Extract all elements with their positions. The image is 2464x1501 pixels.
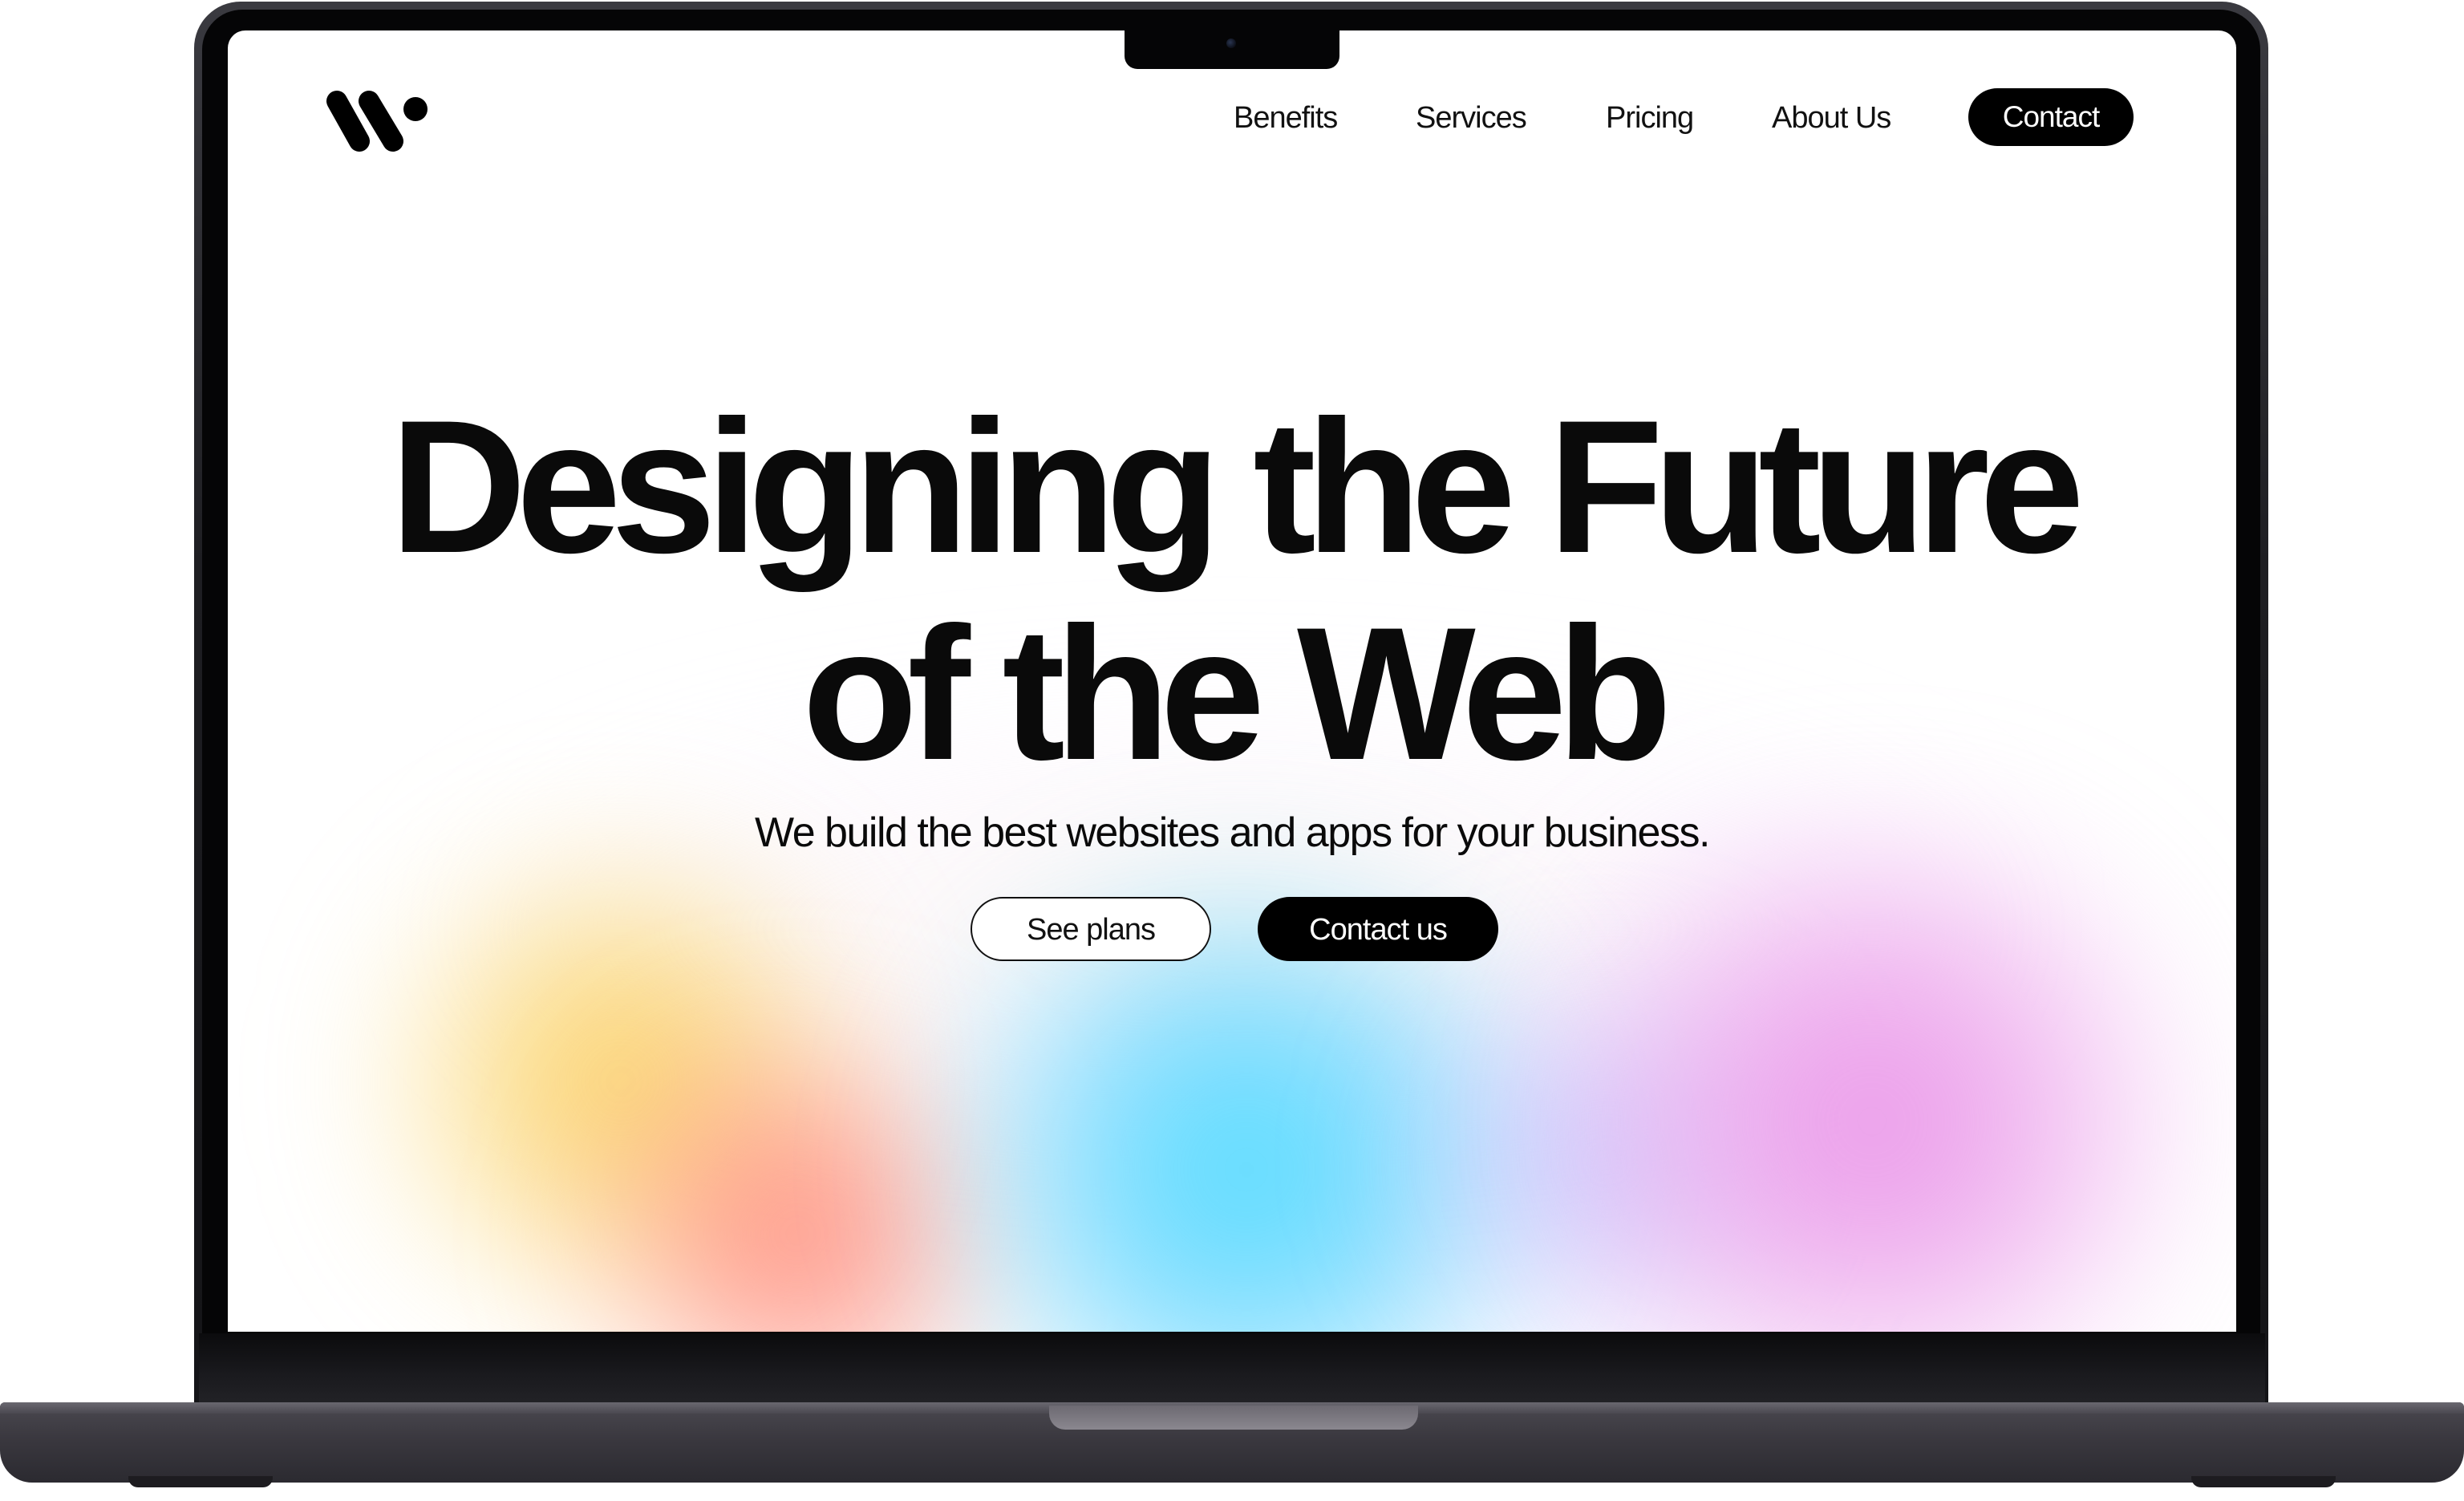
laptop-hinge bbox=[199, 1333, 2265, 1410]
nav-link-benefits[interactable]: Benefits bbox=[1234, 101, 1338, 136]
hero-title: Designing the Future of the Web bbox=[228, 383, 2236, 797]
nav-link-pricing[interactable]: Pricing bbox=[1606, 101, 1694, 136]
laptop-mockup: Benefits Services Pricing About Us Conta… bbox=[0, 0, 2464, 1501]
top-navigation: Benefits Services Pricing About Us Conta… bbox=[228, 88, 2236, 149]
laptop-thumb-notch bbox=[1049, 1406, 1418, 1430]
contact-us-button[interactable]: Contact us bbox=[1258, 897, 1498, 961]
nav-link-services[interactable]: Services bbox=[1416, 101, 1527, 136]
nav-contact-button[interactable]: Contact bbox=[1968, 88, 2134, 146]
nav-link-about-us[interactable]: About Us bbox=[1772, 101, 1891, 136]
hero-title-line-1: Designing the Future bbox=[390, 381, 2085, 593]
laptop-screen: Benefits Services Pricing About Us Conta… bbox=[228, 30, 2236, 1332]
laptop-foot-left bbox=[128, 1476, 273, 1487]
camera-icon bbox=[1226, 39, 1236, 48]
see-plans-button[interactable]: See plans bbox=[971, 897, 1211, 961]
laptop-foot-right bbox=[2191, 1476, 2336, 1487]
hero-subtitle: We build the best websites and apps for … bbox=[755, 809, 1710, 856]
camera-notch bbox=[1125, 30, 1339, 69]
hero-title-line-2: of the Web bbox=[802, 588, 1672, 800]
